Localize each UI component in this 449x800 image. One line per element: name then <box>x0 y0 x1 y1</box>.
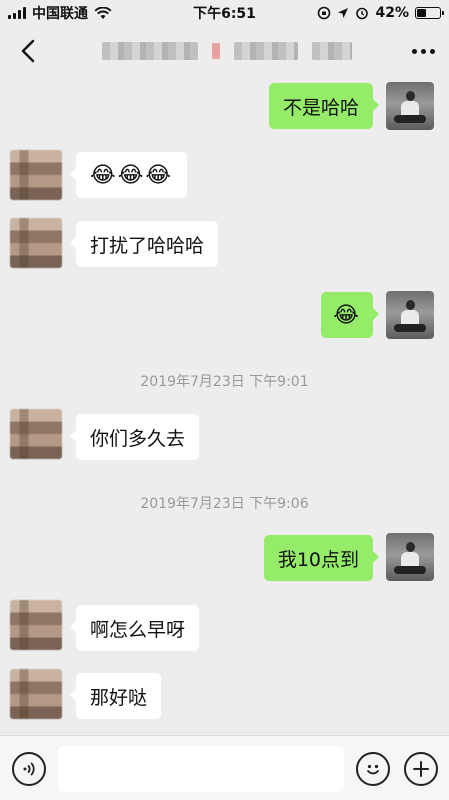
more-button[interactable] <box>412 48 435 54</box>
contact-avatar[interactable] <box>10 409 62 459</box>
contact-avatar[interactable] <box>10 150 62 200</box>
wifi-icon <box>94 6 112 19</box>
more-dot <box>412 48 417 54</box>
more-dot <box>421 48 426 54</box>
battery-icon <box>415 7 444 19</box>
message-bubble-in[interactable]: 你们多久去 <box>69 414 200 460</box>
status-left: 中国联通 <box>8 3 112 23</box>
message-text: 不是哈哈 <box>282 96 359 119</box>
message-text: 我10点到 <box>277 548 359 571</box>
message-text: 啊怎么早呀 <box>90 618 186 641</box>
contact-avatar[interactable] <box>10 600 62 650</box>
message-text: 那好哒 <box>90 686 148 709</box>
message-text: 你们多久去 <box>90 427 186 450</box>
message-bubble-in[interactable]: 那好哒 <box>69 673 162 719</box>
orientation-lock-icon <box>318 6 331 20</box>
battery-level <box>417 9 427 17</box>
status-right: 42% <box>317 5 444 21</box>
self-avatar[interactable] <box>386 533 434 581</box>
location-icon <box>338 8 349 18</box>
battery-percent: 42% <box>375 5 409 21</box>
voice-button[interactable] <box>12 752 46 786</box>
chevron-left-icon <box>21 39 35 63</box>
self-avatar[interactable] <box>386 291 434 339</box>
emoji-button[interactable] <box>356 752 390 786</box>
redacted-name-2 <box>234 42 298 60</box>
message-bubble-in[interactable]: 啊怎么早呀 <box>69 605 200 651</box>
alarm-icon <box>356 7 369 20</box>
chat-title-redacted <box>102 42 352 60</box>
message-text: 打扰了哈哈哈 <box>90 234 205 257</box>
message-bubble-in[interactable]: 😂😂😂 <box>69 152 188 198</box>
contact-avatar[interactable] <box>10 669 62 719</box>
carrier-label: 中国联通 <box>32 6 88 22</box>
status-bar: 中国联通 下午6:51 42% <box>0 0 449 26</box>
plus-icon <box>413 761 429 777</box>
voice-icon <box>23 762 35 776</box>
redacted-name-3 <box>312 42 352 60</box>
timestamp: 2019年7月23日 下午9:01 <box>140 374 309 390</box>
self-avatar[interactable] <box>386 82 434 130</box>
message-text: 😂😂😂 <box>90 162 174 188</box>
back-button[interactable] <box>14 37 42 65</box>
redacted-name <box>102 42 198 60</box>
message-bubble-out[interactable]: 我10点到 <box>263 535 380 581</box>
more-dot <box>430 48 435 54</box>
timestamp: 2019年7月23日 下午9:06 <box>140 496 309 512</box>
message-bubble-out[interactable]: 不是哈哈 <box>268 83 380 129</box>
contact-avatar[interactable] <box>10 218 62 268</box>
message-bubble-in[interactable]: 打扰了哈哈哈 <box>69 221 219 267</box>
message-bubble-out[interactable]: 😂 <box>321 292 379 338</box>
nav-bar <box>0 26 449 76</box>
message-input[interactable] <box>58 746 344 792</box>
signal-icon <box>8 7 26 19</box>
input-bar <box>0 735 449 800</box>
message-text: 😂 <box>333 302 361 328</box>
redacted-mark <box>212 43 220 59</box>
plus-button[interactable] <box>404 752 438 786</box>
emoji-icon <box>367 764 379 775</box>
